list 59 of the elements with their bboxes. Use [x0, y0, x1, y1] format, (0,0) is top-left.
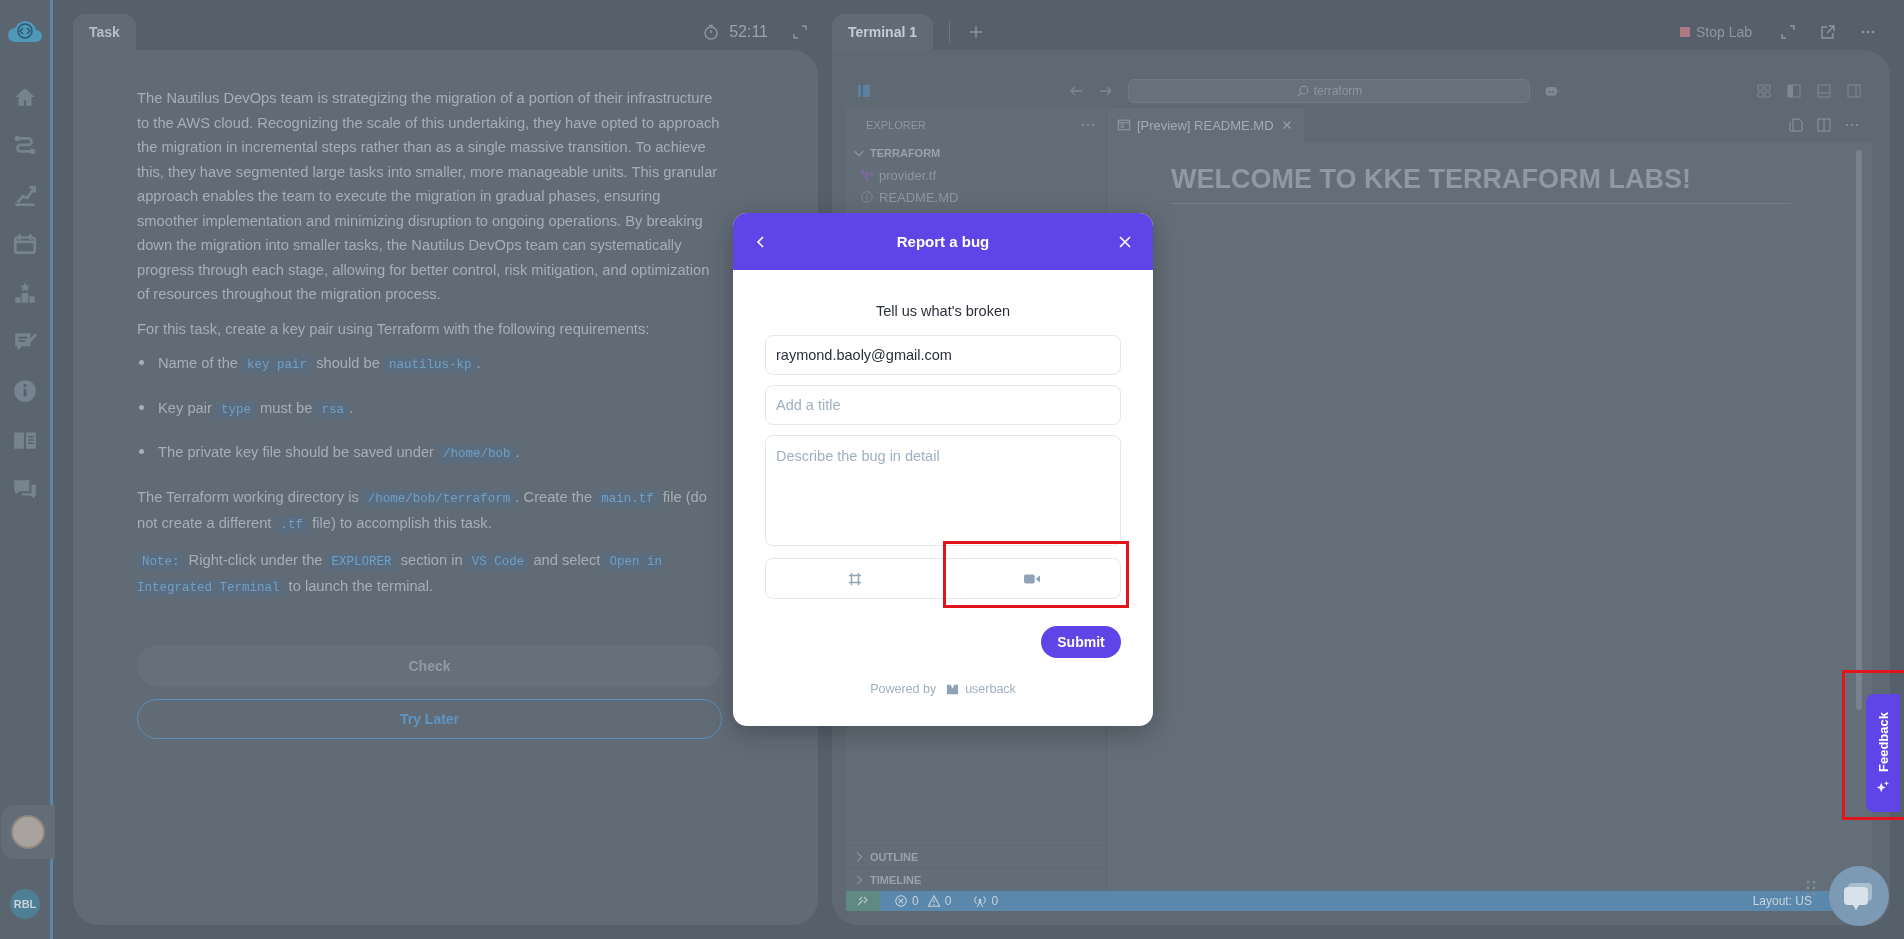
- leaderboard-icon[interactable]: [12, 280, 38, 306]
- calendar-icon[interactable]: [12, 231, 38, 257]
- close-icon[interactable]: [1117, 233, 1133, 250]
- error-count[interactable]: 0: [912, 894, 919, 908]
- info-icon[interactable]: [12, 378, 38, 404]
- task-tab[interactable]: Task: [73, 14, 136, 50]
- ports-count[interactable]: 0: [991, 894, 999, 908]
- feedback-tab[interactable]: Feedback: [1866, 694, 1900, 812]
- title-field[interactable]: Add a title: [765, 385, 1121, 425]
- split-editor-icon[interactable]: [1816, 117, 1832, 133]
- requirement-item: The private key file should be saved under /home/bob .: [158, 443, 520, 465]
- editor-tab[interactable]: [Preview] README.MD: [1107, 108, 1304, 142]
- countdown-timer: 52:11: [729, 23, 768, 41]
- info-icon: [860, 190, 874, 204]
- warning-count[interactable]: 0: [944, 894, 952, 908]
- stopwatch-icon: [703, 24, 720, 40]
- powered-by-label: Powered by: [870, 682, 937, 696]
- task-paragraph: The Nautilus DevOps team is strategizing the migration of a portion of their infrastructure to the AWS cloud. Recognizing the scale of this undertaking, they have opted to approach the migration in incremental steps rather than as a single massive transition. To achieve this, they have segmented large tasks into smaller, more manageable units. This granular approach enables the team to execute the migration in gradual phases, ensuring smoother implementation and minimizing disruption to ongoing operations. By breaking down the migration into smaller tasks, the Nautilus DevOps team can systematically progress through each stage, allowing for better control, risk mitigation, and optimization of resources throughout the migration process.: [137, 89, 721, 304]
- warning-icon[interactable]: [926, 894, 941, 908]
- description-field[interactable]: Describe the bug in detail: [765, 435, 1121, 546]
- add-tab-icon[interactable]: [968, 24, 984, 40]
- terminal-tab[interactable]: Terminal 1: [832, 14, 933, 50]
- terraform-file-icon: [860, 168, 874, 182]
- open-source-icon[interactable]: [1788, 117, 1804, 133]
- search-icon: [1295, 84, 1310, 98]
- panel-left-icon[interactable]: [1786, 83, 1802, 99]
- userback-brand-link[interactable]: userback: [965, 682, 1016, 696]
- bullet-dot: [139, 360, 144, 365]
- cloud-code-logo-icon[interactable]: [7, 18, 43, 44]
- fullscreen-icon[interactable]: [1780, 24, 1796, 40]
- dialog-heading: Tell us what's broken: [874, 303, 1012, 319]
- stop-lab-button[interactable]: Stop Lab: [1673, 23, 1758, 41]
- requirement-item: Key pair type must be rsa .: [158, 398, 353, 421]
- task-paragraph: The Terraform working directory is /home/bob/terraform . Create the main.tf file (do not create a different .tf file) to accomplish this task.: [137, 487, 708, 536]
- panel-bottom-icon[interactable]: [1816, 83, 1832, 99]
- email-field[interactable]: raymond.baoly@gmail.com: [765, 335, 1121, 375]
- requirement-item: Name of the key pair should be nautilus-kp .: [158, 354, 481, 376]
- open-external-icon[interactable]: [1820, 24, 1836, 40]
- user-initials-badge[interactable]: RBL: [10, 889, 40, 919]
- error-icon[interactable]: [894, 894, 908, 908]
- keyboard-layout[interactable]: Layout: US: [1752, 894, 1812, 908]
- layout-grid-icon[interactable]: [1756, 83, 1772, 99]
- sidebar-toggle-icon[interactable]: [856, 83, 872, 99]
- userback-logo-icon: [946, 682, 960, 696]
- preview-icon: [1117, 118, 1131, 132]
- bullet-dot: [139, 449, 144, 454]
- crop-frame-icon: [846, 571, 863, 586]
- submit-button[interactable]: Submit: [1041, 626, 1121, 658]
- broadcast-icon[interactable]: [973, 894, 988, 908]
- user-avatar[interactable]: [11, 815, 45, 849]
- task-paragraph: For this task, create a key pair using Terraform with the following requirements:: [137, 319, 651, 339]
- expand-icon[interactable]: [792, 24, 808, 40]
- bullet-dot: [139, 404, 144, 410]
- task-paragraph: Note: Right-click under the EXPLORER section in VS Code and select Open in Integrated Terminal to launch the terminal.: [137, 550, 663, 599]
- dialog-title: Report a bug: [895, 233, 991, 250]
- remote-connection-icon[interactable]: [846, 891, 880, 911]
- sparkle-icon: [1876, 780, 1890, 794]
- panel-right-icon[interactable]: [1846, 83, 1862, 99]
- scrollbar[interactable]: [1856, 150, 1862, 710]
